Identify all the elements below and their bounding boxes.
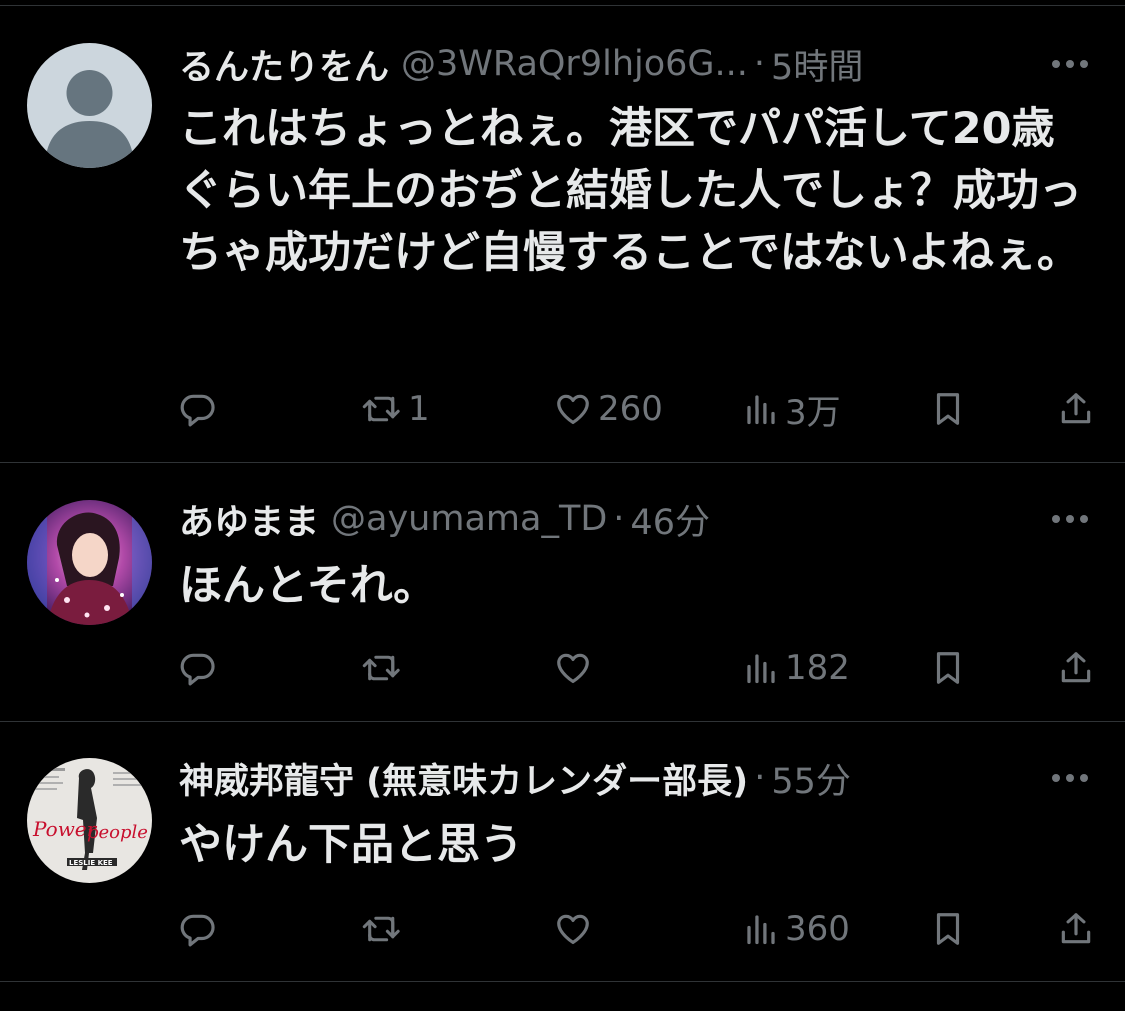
views-chart-icon bbox=[747, 395, 775, 425]
retweet-icon bbox=[362, 916, 400, 942]
like-button[interactable] bbox=[554, 899, 598, 959]
timestamp[interactable]: 55分 bbox=[771, 753, 851, 804]
svg-text:LESLIE KEE: LESLIE KEE bbox=[69, 859, 113, 867]
share-icon bbox=[1061, 393, 1091, 424]
display-name[interactable]: あゆまま bbox=[179, 494, 319, 545]
avatar-default[interactable] bbox=[27, 43, 152, 168]
tweet-2[interactable]: あゆまま @ayumama_TD · 46分 ほんとそれ。 182 bbox=[0, 463, 1125, 722]
retweet-count: 1 bbox=[408, 389, 430, 429]
separator-dot: · bbox=[753, 44, 766, 84]
share-button[interactable] bbox=[1057, 899, 1095, 959]
retweet-button[interactable] bbox=[362, 638, 408, 698]
more-horizontal-icon bbox=[1052, 515, 1088, 523]
more-button[interactable] bbox=[1045, 758, 1095, 798]
reply-icon bbox=[180, 653, 215, 686]
reply-icon bbox=[180, 914, 215, 947]
tweet-text: やけん下品と思う bbox=[179, 820, 523, 870]
avatar-poster[interactable]: Power people LESLIE KEE bbox=[27, 758, 152, 883]
retweet-button[interactable]: 1 bbox=[362, 379, 430, 439]
tweet-1[interactable]: るんたりをん @3WRaQr9lhjo6G... · 5時間 これはちょっとねぇ… bbox=[0, 6, 1125, 463]
retweet-button[interactable] bbox=[362, 899, 408, 959]
bookmark-icon bbox=[936, 652, 960, 684]
reply-button[interactable] bbox=[179, 638, 223, 698]
views-button[interactable]: 360 bbox=[743, 899, 850, 959]
timestamp[interactable]: 46分 bbox=[630, 494, 710, 545]
reply-button[interactable] bbox=[179, 899, 223, 959]
views-button[interactable]: 3万 bbox=[743, 379, 841, 439]
share-icon bbox=[1061, 652, 1091, 683]
view-count: 182 bbox=[785, 648, 850, 688]
share-button[interactable] bbox=[1057, 379, 1095, 439]
more-horizontal-icon bbox=[1052, 60, 1088, 68]
action-bar: 182 bbox=[0, 638, 1125, 698]
more-button[interactable] bbox=[1045, 44, 1095, 84]
tweet-3[interactable]: Power people LESLIE KEE 神威邦龍守 (無意味カレンダー部… bbox=[0, 722, 1125, 982]
user-handle[interactable]: @3WRaQr9lhjo6G... bbox=[401, 44, 748, 84]
views-button[interactable]: 182 bbox=[743, 638, 850, 698]
tweet-text: ほんとそれ。 bbox=[179, 561, 437, 611]
heart-icon bbox=[557, 653, 589, 684]
user-handle[interactable]: @ayumama_TD bbox=[331, 499, 607, 539]
action-bar: 360 bbox=[0, 899, 1125, 959]
view-count: 360 bbox=[785, 909, 850, 949]
bookmark-icon bbox=[936, 393, 960, 425]
tweet-header: るんたりをん @3WRaQr9lhjo6G... · 5時間 bbox=[179, 38, 1035, 90]
heart-icon bbox=[557, 914, 589, 945]
display-name[interactable]: 神威邦龍守 (無意味カレンダー部長) bbox=[179, 753, 748, 804]
poster-avatar-icon: Power people LESLIE KEE bbox=[27, 758, 152, 883]
reply-button[interactable] bbox=[179, 379, 223, 439]
separator-dot: · bbox=[613, 499, 625, 539]
bookmark-button[interactable] bbox=[929, 899, 967, 959]
like-button[interactable] bbox=[554, 638, 598, 698]
tweet-text: これはちょっとねぇ。港区でパパ活して20歳ぐらい年上のおぢと結婚した人でしょ？成… bbox=[179, 104, 1082, 278]
views-chart-icon bbox=[747, 654, 775, 684]
retweet-icon bbox=[362, 655, 400, 681]
retweet-icon bbox=[362, 396, 400, 422]
tweet-header: あゆまま @ayumama_TD · 46分 bbox=[179, 493, 1035, 545]
share-button[interactable] bbox=[1057, 638, 1095, 698]
photo-avatar-icon bbox=[27, 500, 152, 625]
heart-icon bbox=[557, 394, 589, 425]
bookmark-button[interactable] bbox=[929, 379, 967, 439]
action-bar: 1 260 3万 bbox=[0, 379, 1125, 439]
avatar-photo[interactable] bbox=[27, 500, 152, 625]
bookmark-icon bbox=[936, 913, 960, 945]
separator-dot: · bbox=[754, 758, 766, 798]
timestamp[interactable]: 5時間 bbox=[771, 39, 863, 90]
like-count: 260 bbox=[598, 389, 663, 429]
svg-text:people: people bbox=[87, 822, 148, 843]
tweet-header: 神威邦龍守 (無意味カレンダー部長) · 55分 bbox=[179, 752, 1035, 804]
default-avatar-icon bbox=[27, 43, 152, 168]
more-button[interactable] bbox=[1045, 499, 1095, 539]
like-button[interactable]: 260 bbox=[554, 379, 663, 439]
bookmark-button[interactable] bbox=[929, 638, 967, 698]
views-chart-icon bbox=[747, 915, 775, 945]
display-name[interactable]: るんたりをん bbox=[179, 39, 389, 90]
reply-icon bbox=[180, 394, 215, 427]
more-horizontal-icon bbox=[1052, 774, 1088, 782]
view-count: 3万 bbox=[785, 392, 841, 433]
share-icon bbox=[1061, 913, 1091, 944]
